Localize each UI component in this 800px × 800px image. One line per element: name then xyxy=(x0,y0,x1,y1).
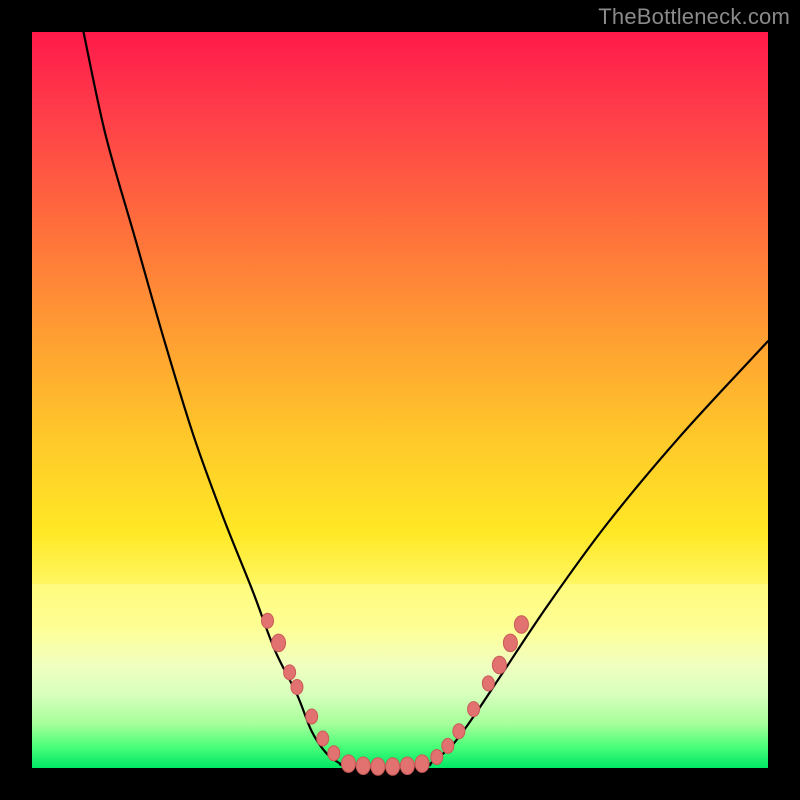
curve-marker xyxy=(371,758,385,776)
curve-marker xyxy=(503,634,517,652)
curve-marker xyxy=(453,724,465,739)
curve-marker xyxy=(341,755,355,773)
curve-marker xyxy=(317,731,329,746)
curve-marker xyxy=(306,709,318,724)
bottleneck-curve-svg xyxy=(32,32,768,768)
curve-marker xyxy=(400,757,414,775)
curve-marker xyxy=(492,656,506,674)
curve-marker xyxy=(356,757,370,775)
watermark-text: TheBottleneck.com xyxy=(598,4,790,30)
curve-marker xyxy=(468,702,480,717)
curve-marker xyxy=(291,680,303,695)
plot-area xyxy=(32,32,768,768)
curve-marker xyxy=(272,634,286,652)
curve-marker xyxy=(442,738,454,753)
curve-marker xyxy=(514,616,528,634)
curve-marker xyxy=(482,676,494,691)
bottleneck-curve xyxy=(84,32,768,768)
curve-marker xyxy=(431,749,443,764)
curve-marker xyxy=(284,665,296,680)
curve-marker xyxy=(328,746,340,761)
chart-frame: TheBottleneck.com xyxy=(0,0,800,800)
curve-marker xyxy=(386,758,400,776)
curve-marker xyxy=(415,755,429,773)
curve-marker xyxy=(262,613,274,628)
